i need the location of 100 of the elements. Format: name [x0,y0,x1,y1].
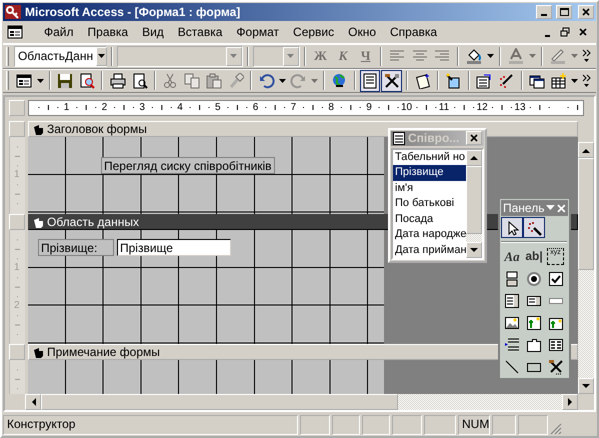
table-star-icon [550,72,567,89]
dropdown-arrow-icon [570,52,579,60]
ruler-number: 3 [139,102,145,114]
scroll-right-button[interactable] [562,394,578,410]
ruler-number: 5 [215,102,221,114]
minimize-icon [541,14,547,16]
scroll-left-button[interactable] [25,394,41,410]
right-arrow-icon [568,398,572,406]
close-button[interactable] [466,131,482,146]
field-item[interactable]: По батькові [393,196,466,212]
field-item[interactable]: Посада [393,212,466,227]
pen-icon [550,48,566,64]
close-icon[interactable] [557,204,566,212]
undo-arrow-icon [258,72,275,89]
field-item[interactable]: Прізвище [393,165,466,180]
menu-item[interactable]: Справка [383,22,444,41]
status-panel [492,415,516,435]
minimize-icon [544,34,550,37]
text-box-control[interactable]: Прізвище [117,239,231,256]
ruler-number: 12 [476,102,488,114]
properties-sheet-icon [476,72,492,89]
clipboard-icon [206,72,222,89]
dropdown-arrow-icon [486,52,495,60]
object-combo[interactable]: ОбластьДанн [14,46,107,67]
ruler-number: 13 [514,102,526,114]
chevron-icon [582,74,592,88]
scroll-up-button[interactable] [466,150,482,166]
ruler-number: 7 [290,102,296,114]
close-button[interactable] [578,4,594,19]
menu-item[interactable]: Вид [135,22,171,41]
field-item[interactable]: Табельний но [393,150,466,165]
close-icon [581,6,591,17]
hammer-wrench-icon [384,72,400,89]
list-icon [393,132,405,145]
page-magnifier-icon [132,72,148,89]
dropdown-arrow-icon[interactable] [546,205,556,211]
section-title: Заголовок формы [47,122,147,136]
maximize-icon [559,6,569,17]
window-title: Панель [503,200,544,216]
ruler-number: 10 [401,102,412,114]
toggle-button-icon [504,270,520,286]
toolbar-button[interactable] [381,70,402,92]
magnifier-icon [78,72,95,89]
tool-button[interactable]: ab| [523,246,545,267]
scroll-down-button[interactable] [466,242,482,258]
ruler-number: 2 [102,102,108,114]
menu-item[interactable]: Сервис [286,22,342,41]
scroll-up-button[interactable] [578,142,594,158]
subform-icon [548,336,564,352]
dropdown-arrow-icon [97,52,106,60]
dropdown-arrow-icon [229,52,238,60]
scissors-icon [162,72,178,89]
section-title: Примечание формы [47,345,160,360]
magic-wand-icon [526,220,542,236]
maximize-button[interactable] [556,4,572,19]
menu-item[interactable]: Окно [341,22,384,41]
label-control[interactable]: Перегляд сиску співробітників [101,157,275,174]
redo-arrow-icon [290,72,306,89]
toolbar-button[interactable] [360,70,380,92]
window-title: Microsoft Access - [Форма1 : форма] [25,4,242,20]
tool-button[interactable]: Aa [501,246,523,267]
menu-item[interactable]: Правка [80,22,136,41]
form-icon[interactable] [7,24,23,40]
text-color-icon [508,48,524,64]
menu-item[interactable]: Файл [37,22,81,41]
printer-icon [110,72,126,89]
dropdown-arrow-icon [286,52,296,60]
page-icon [362,72,378,89]
sparkle-page-icon [414,72,431,89]
page-break-icon [504,336,520,352]
restore-icon [560,26,570,37]
tab-control-icon [526,336,542,352]
scroll-down-button[interactable] [578,378,594,394]
field-item[interactable]: Дата прийман [393,242,466,258]
status-panel [332,415,360,435]
dropdown-arrow-icon [310,76,319,85]
resize-grip-icon[interactable] [550,422,562,435]
scroll-thumb[interactable] [578,158,594,270]
paint-bucket-icon [466,48,482,64]
vertical-scrollbar[interactable] [578,142,594,394]
radio-button-icon [526,270,542,286]
tool-button[interactable] [501,217,523,238]
status-panel [362,415,390,435]
key-icon [5,4,21,19]
minimize-button[interactable] [536,4,552,19]
ruler-number: 4 [177,102,183,114]
status-panel [392,415,422,435]
label-control[interactable]: Прізвище: [38,239,114,256]
scroll-thumb[interactable] [41,394,398,410]
image-icon [504,314,520,330]
scroll-thumb[interactable] [466,166,482,234]
tool-button[interactable] [523,217,545,238]
vertical-scrollbar[interactable] [466,150,482,258]
left-arrow-icon [30,398,36,406]
section-title: Область данных [47,215,139,230]
unbound-frame-icon [526,314,542,330]
field-item[interactable]: ім'я [393,180,466,196]
menu-item[interactable]: Вставка [170,22,230,41]
dropdown-arrow-icon [570,76,580,85]
menu-item[interactable]: Формат [229,22,286,41]
